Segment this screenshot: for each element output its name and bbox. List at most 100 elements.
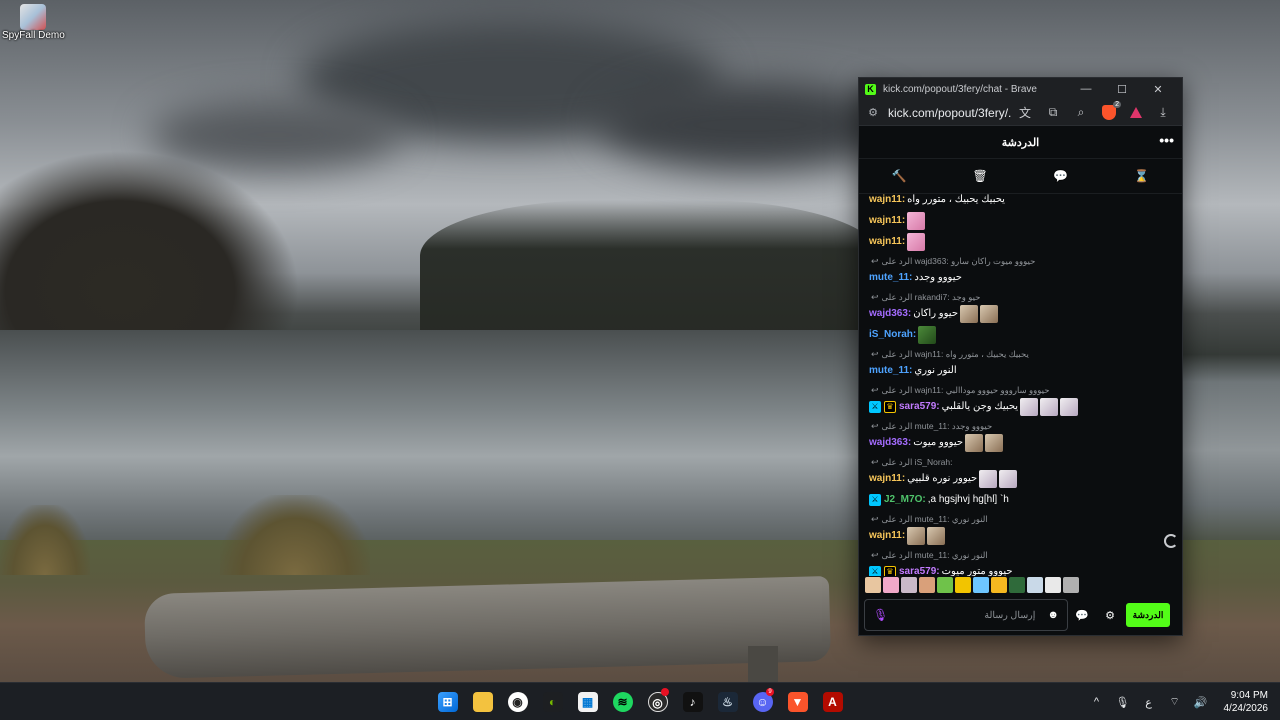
taskbar-brave[interactable]: ▼ [780, 683, 815, 720]
chat-username[interactable]: J2_M7O [884, 494, 922, 505]
chat-username[interactable]: wajn11 [869, 236, 902, 247]
clock[interactable]: 9:04 PM 4/24/2026 [1224, 689, 1269, 715]
store-icon: ▦ [577, 692, 598, 712]
chat-message[interactable]: ⚔ ♛ sara579: يحبيك وجن يالقلبي [869, 397, 1172, 416]
chat-bubble-icon[interactable]: 💬 [1068, 609, 1096, 622]
send-chat-button[interactable]: الدردشة [1126, 603, 1170, 627]
reply-reference[interactable]: ↩ الرد على wajn11: يحبيك يحبيك ، متورر وا… [869, 347, 1172, 362]
chat-message[interactable]: wajd363: حيووو ميوت [869, 433, 1172, 452]
chat-message[interactable]: wajd363: حيوو راكان [869, 304, 1172, 323]
taskbar-discord[interactable]: ☺ 9 [745, 683, 780, 720]
taskbar-obs[interactable]: ◉ [500, 683, 535, 720]
chat-username[interactable]: mute_11 [869, 365, 909, 376]
chat-title: الدردشة [1001, 136, 1040, 149]
chat-message[interactable]: mute_11: النور نوري [869, 362, 1172, 379]
chat-username[interactable]: sara579 [899, 401, 936, 412]
input-language-indicator[interactable]: ع [1136, 696, 1162, 709]
title-bar[interactable]: K kick.com/popout/3fery/chat - Brave — ☐… [859, 78, 1182, 100]
quick-emote-icon[interactable] [991, 577, 1007, 593]
wifi-icon[interactable]: ⌔ [1162, 695, 1188, 709]
brave-shields-icon[interactable]: 2 [1102, 101, 1121, 120]
chat-message[interactable]: ⚔ J2_M7O: ,a hgsjhvj hg[hl] `h [869, 491, 1172, 508]
reply-reference[interactable]: ↩ الرد على mute_11: النور نوري [869, 512, 1172, 527]
chat-username[interactable]: mute_11 [869, 272, 909, 283]
emote-image [985, 433, 1004, 452]
quick-emote-icon[interactable] [865, 577, 881, 593]
trash-icon[interactable]: 🗑 [960, 169, 1000, 183]
wooden-bench [144, 576, 831, 679]
start-button[interactable]: ⊞ [430, 683, 465, 720]
chat-message[interactable]: wajn11: يحبيك يحبيك ، متورر واه [869, 191, 1172, 208]
taskbar-file-explorer[interactable] [465, 683, 500, 720]
chat-username[interactable]: iS_Norah [869, 329, 913, 340]
more-options-icon[interactable]: ••• [1159, 132, 1174, 148]
quick-emote-icon[interactable] [901, 577, 917, 593]
quick-emote-icon[interactable] [919, 577, 935, 593]
show-hidden-icons-chevron-icon[interactable]: ^ [1084, 696, 1110, 708]
emote-image [907, 211, 926, 230]
chat-message[interactable]: wajn11: [869, 211, 1172, 230]
taskbar-steam[interactable]: ♨ [710, 683, 745, 720]
quick-emote-icon[interactable] [1063, 577, 1079, 593]
quick-emote-icon[interactable] [1027, 577, 1043, 593]
username-separator: : [901, 194, 906, 205]
chat-username[interactable]: wajn11 [869, 530, 902, 541]
chat-username[interactable]: wajd363 [869, 308, 908, 319]
quick-emote-icon[interactable] [973, 577, 989, 593]
taskbar-acrobat[interactable]: A [815, 683, 850, 720]
chat-message-list[interactable]: wajn11: يحبيك يحبيك ، متورر واه wajn11: waj… [859, 191, 1182, 576]
chat-message[interactable]: wajn11: حيوور نوره قلبيي [869, 469, 1172, 488]
tree-line-right [420, 200, 880, 340]
volume-icon[interactable]: 🔊 [1188, 696, 1214, 709]
maximize-button[interactable]: ☐ [1104, 83, 1140, 96]
chat-bubble-icon[interactable]: 💬 [1041, 169, 1081, 183]
hammer-icon[interactable]: 🔨 [879, 169, 919, 183]
taskbar-spotify[interactable]: ≋ [605, 683, 640, 720]
chat-message[interactable]: mute_11: حيووو وجدد [869, 269, 1172, 286]
reply-reference[interactable]: ↩ الرد على mute_11: النور نوري [869, 548, 1172, 563]
taskbar-store[interactable]: ▦ [570, 683, 605, 720]
emoji-picker-icon[interactable]: ☻ [1047, 609, 1059, 621]
site-settings-icon[interactable]: ⚙ [864, 106, 882, 119]
microphone-icon[interactable]: 🎙 [873, 608, 888, 622]
address-bar: ⚙ kick.com/popout/3fery/... 文 ⧉ ⌕ 2 ⤓ [859, 100, 1182, 126]
desktop-shortcut-spyfall[interactable]: SpyFall Demo [2, 2, 65, 48]
taskbar-nvidia[interactable]: ◐ [535, 683, 570, 720]
reply-reference[interactable]: ↩ الرد على rakandi7: حيو وجد [869, 290, 1172, 305]
reply-arrow-icon: ↩ [871, 349, 879, 359]
gear-icon[interactable]: ⚙ [1096, 609, 1124, 622]
taskbar-obs-recording[interactable]: ◎ [640, 683, 675, 720]
chat-username[interactable]: wajd363 [869, 437, 908, 448]
taskbar-tiktok[interactable]: ♪ [675, 683, 710, 720]
grass-tuft [0, 505, 90, 575]
chat-message[interactable]: iS_Norah: [869, 325, 1172, 344]
minimize-button[interactable]: — [1068, 83, 1104, 95]
url-field[interactable]: kick.com/popout/3fery/... [888, 106, 1011, 120]
chat-username[interactable]: wajn11 [869, 215, 902, 226]
reply-text: الرد على mute_11: النور نوري [881, 550, 988, 560]
reply-reference[interactable]: ↩ الرد على iS_Norah: [869, 455, 1172, 470]
chat-message[interactable]: wajn11: [869, 526, 1172, 545]
quick-emote-icon[interactable] [1045, 577, 1061, 593]
chat-username[interactable]: wajn11 [869, 194, 902, 205]
quick-emote-icon[interactable] [955, 577, 971, 593]
chat-message[interactable]: wajn11: [869, 232, 1172, 251]
quick-emote-icon[interactable] [1009, 577, 1025, 593]
username-separator: : [909, 365, 913, 376]
reply-text: الرد على iS_Norah: [881, 457, 953, 467]
translate-icon[interactable]: 文 [1011, 104, 1039, 121]
quick-emote-icon[interactable] [883, 577, 899, 593]
close-button[interactable]: ✕ [1140, 83, 1176, 96]
hourglass-icon[interactable]: ⌛ [1122, 169, 1162, 183]
download-icon[interactable]: ⤓ [1149, 105, 1177, 120]
microphone-icon[interactable]: 🎙 [1110, 696, 1136, 709]
reply-reference[interactable]: ↩ الرد على wajd363: حيووو ميوت راكان سارو [869, 254, 1172, 269]
chat-username[interactable]: wajn11 [869, 473, 902, 484]
chat-input[interactable]: 🎙 إرسال رسالة ☻ [864, 599, 1068, 631]
reply-reference[interactable]: ↩ الرد على mute_11: حيووو وجدد [869, 419, 1172, 434]
zoom-icon[interactable]: ⌕ [1067, 105, 1095, 120]
open-in-tab-icon[interactable]: ⧉ [1039, 105, 1067, 120]
quick-emote-icon[interactable] [937, 577, 953, 593]
reply-reference[interactable]: ↩ الرد على wajn11: حيووو سارووو حيووو مود… [869, 383, 1172, 398]
brave-rewards-icon[interactable] [1130, 107, 1142, 118]
